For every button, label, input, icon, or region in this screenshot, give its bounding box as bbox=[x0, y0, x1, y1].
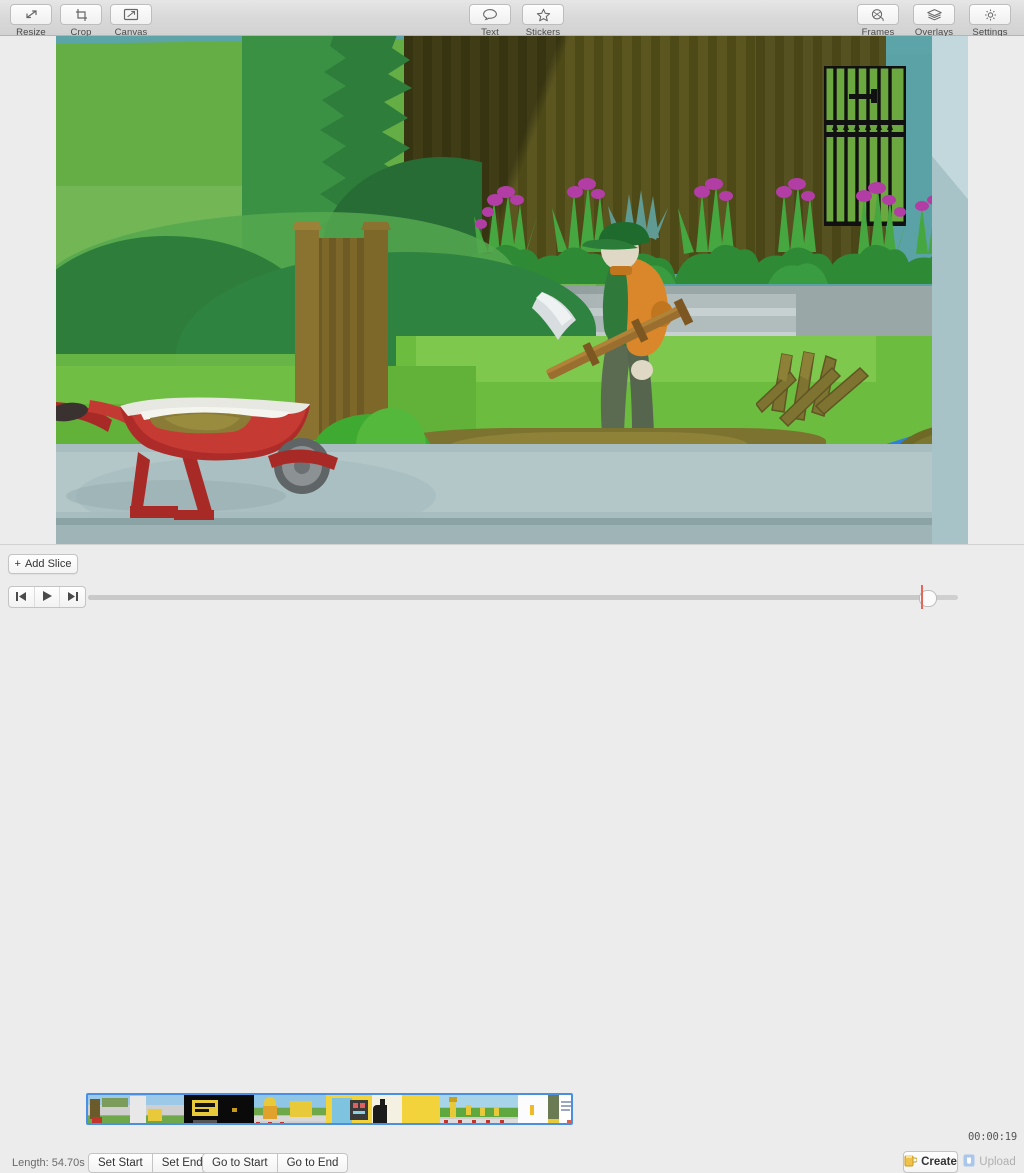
resize-arrows-icon bbox=[10, 4, 52, 25]
toolbar-button-frames[interactable]: Frames bbox=[851, 1, 905, 38]
upload-badge-icon bbox=[963, 1154, 975, 1170]
play-button[interactable] bbox=[35, 587, 61, 607]
skip-forward-icon bbox=[67, 588, 79, 606]
go-to-end-button[interactable] bbox=[60, 587, 85, 607]
transport-controls bbox=[8, 586, 86, 608]
add-slice-label: Add Slice bbox=[24, 558, 72, 570]
list-item[interactable] bbox=[440, 1095, 518, 1123]
skip-back-icon bbox=[15, 588, 27, 606]
bottom-panel: + Add Slice 00:00:19 Length: 54.70s Set … bbox=[0, 544, 1024, 1173]
editor-stage bbox=[0, 36, 1024, 544]
toolbar-group-right: Frames Overlays Settings bbox=[850, 1, 1018, 38]
goto-buttons-group: Go to Start Go to End bbox=[202, 1153, 349, 1173]
list-item[interactable] bbox=[518, 1095, 548, 1123]
worker-figure bbox=[530, 218, 730, 448]
upload-label: Upload bbox=[979, 1156, 1016, 1168]
list-item[interactable] bbox=[184, 1095, 254, 1123]
set-buttons-group: Set Start Set End bbox=[88, 1153, 213, 1173]
toolbar-button-stickers[interactable]: Stickers bbox=[516, 1, 570, 38]
star-icon bbox=[522, 4, 564, 25]
pavement-bottom bbox=[56, 525, 968, 544]
building-shadow bbox=[932, 156, 968, 544]
wheelbarrow bbox=[56, 374, 356, 524]
timecode-display: 00:00:19 bbox=[968, 1131, 1017, 1143]
canvas-icon bbox=[110, 4, 152, 25]
playhead-marker bbox=[921, 585, 923, 609]
mug-icon bbox=[904, 1154, 918, 1170]
gear-icon bbox=[969, 4, 1011, 25]
toolbar-button-settings[interactable]: Settings bbox=[963, 1, 1017, 38]
list-item[interactable] bbox=[402, 1095, 440, 1123]
go-to-end-segment-button[interactable]: Go to End bbox=[277, 1153, 349, 1173]
top-toolbar: Resize Crop Canvas Text Stickers Frames … bbox=[0, 0, 1024, 38]
go-to-start-segment-button[interactable]: Go to Start bbox=[202, 1153, 278, 1173]
list-item[interactable] bbox=[254, 1095, 326, 1123]
list-item[interactable] bbox=[372, 1095, 402, 1123]
toolbar-group-left: Resize Crop Canvas bbox=[6, 1, 156, 38]
toolbar-button-crop[interactable]: Crop bbox=[57, 1, 105, 38]
list-item[interactable] bbox=[326, 1095, 372, 1123]
crop-icon bbox=[60, 4, 102, 25]
create-label: Create bbox=[921, 1156, 957, 1168]
layers-icon bbox=[913, 4, 955, 25]
list-item[interactable] bbox=[548, 1095, 571, 1123]
create-button[interactable]: Create bbox=[903, 1151, 958, 1173]
slice-filmstrip[interactable] bbox=[86, 1093, 573, 1125]
frames-icon bbox=[857, 4, 899, 25]
video-preview-canvas[interactable] bbox=[56, 36, 968, 544]
toolbar-button-canvas[interactable]: Canvas bbox=[107, 1, 155, 38]
go-to-start-button[interactable] bbox=[9, 587, 35, 607]
play-icon bbox=[42, 588, 52, 606]
toolbar-button-text[interactable]: Text bbox=[466, 1, 514, 38]
plus-icon: + bbox=[14, 558, 21, 570]
set-start-button[interactable]: Set Start bbox=[88, 1153, 153, 1173]
toolbar-button-overlays[interactable]: Overlays bbox=[907, 1, 961, 38]
length-label: Length: 54.70s bbox=[12, 1157, 85, 1169]
timeline-scrubber[interactable] bbox=[88, 585, 958, 609]
upload-button: Upload bbox=[963, 1151, 1016, 1173]
video-editor-window: Resize Crop Canvas Text Stickers Frames … bbox=[0, 0, 1024, 1173]
add-slice-button[interactable]: + Add Slice bbox=[8, 554, 78, 574]
speech-bubble-icon bbox=[469, 4, 511, 25]
toolbar-button-resize[interactable]: Resize bbox=[7, 1, 55, 38]
toolbar-group-center: Text Stickers bbox=[465, 1, 571, 38]
list-item[interactable] bbox=[88, 1095, 184, 1123]
scrubber-fill bbox=[88, 595, 929, 600]
